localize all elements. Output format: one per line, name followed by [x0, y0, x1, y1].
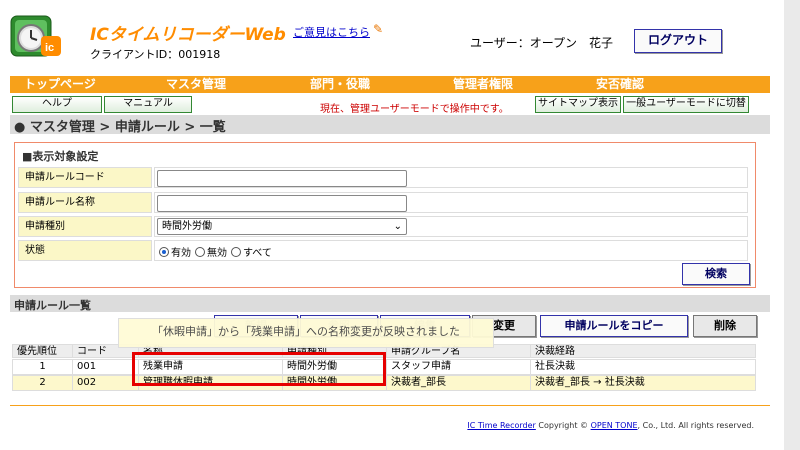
cell-priority: 2 — [13, 376, 73, 390]
nav-admin[interactable]: 管理者権限 — [453, 76, 513, 93]
rename-tooltip: 「休暇申請」から「残業申請」への名称変更が反映されました — [118, 318, 494, 348]
product-link[interactable]: IC Time Recorder — [467, 421, 535, 430]
col-route: 決裁経路 — [535, 346, 575, 357]
search-panel-title: ■表示対象設定 — [22, 150, 99, 163]
search-panel — [14, 142, 756, 288]
list-title: 申請ルール一覧 — [14, 299, 91, 312]
status-radio-active[interactable] — [159, 246, 169, 257]
row-request-type: 申請種別 時間外労働 ⌄ — [18, 216, 748, 237]
copyright-post: , Co., Ltd. All rights reserved. — [637, 421, 754, 430]
cell-route: 社長決裁 — [535, 361, 575, 372]
cell-route: 決裁者_部長 → 社長決裁 — [535, 377, 645, 388]
row-rule-code: 申請ルールコード — [18, 167, 748, 188]
request-type-label: 申請種別 — [18, 216, 152, 237]
col-priority: 優先順位 — [13, 345, 73, 357]
app-logo-icon: ic — [10, 15, 61, 57]
cell-code: 001 — [73, 360, 139, 374]
feedback-link[interactable]: ご意見はこちら — [293, 24, 370, 40]
sitemap-button[interactable]: サイトマップ表示 — [535, 96, 621, 113]
status-option-all: すべて — [243, 248, 272, 259]
row-rule-name: 申請ルール名称 — [18, 192, 748, 213]
status-option-active: 有効 — [171, 248, 191, 259]
request-type-select[interactable]: 時間外労働 ⌄ — [157, 218, 407, 235]
footer: IC Time Recorder Copyright © OPEN TONE, … — [467, 421, 754, 430]
help-button[interactable]: ヘルプ — [12, 96, 102, 113]
switch-mode-button[interactable]: 一般ユーザーモードに切替 — [623, 96, 749, 113]
manual-button[interactable]: マニュアル — [104, 96, 192, 113]
copy-rule-button[interactable]: 申請ルールをコピー — [540, 315, 688, 337]
rule-code-input[interactable] — [157, 170, 407, 187]
request-type-value: 時間外労働 — [162, 221, 212, 232]
nav-dept[interactable]: 部門・役職 — [310, 76, 370, 93]
svg-text:ic: ic — [45, 42, 54, 54]
nav-safety[interactable]: 安否確認 — [596, 76, 644, 93]
main-nav: トップページ マスタ管理 部門・役職 管理者権限 安否確認 — [10, 76, 770, 93]
row-status: 状態 有効 無効 すべて — [18, 240, 748, 261]
list-bar — [10, 295, 770, 312]
chevron-down-icon: ⌄ — [393, 221, 402, 232]
highlight-box — [132, 352, 386, 386]
status-radio-inactive[interactable] — [195, 246, 205, 257]
rule-name-label: 申請ルール名称 — [18, 192, 152, 213]
copyright-pre: Copyright © — [538, 421, 589, 430]
status-radio-group: 有効 無効 すべて — [159, 244, 276, 259]
nav-top[interactable]: トップページ — [24, 76, 96, 93]
footer-divider — [10, 405, 770, 406]
breadcrumb: ● マスタ管理 > 申請ルール > 一覧 — [14, 120, 226, 135]
status-radio-all[interactable] — [231, 246, 241, 257]
page: ic ICタイムリコーダーWeb クライアントID：001918 ご意見はこちら… — [0, 0, 784, 450]
mode-message: 現在、管理ユーザーモードで操作中です。 — [320, 104, 509, 115]
pencil-icon: ✎ — [373, 22, 384, 36]
rule-code-label: 申請ルールコード — [18, 167, 152, 188]
search-button[interactable]: 検索 — [682, 263, 750, 285]
user-name: ユーザー：オープン 花子 — [470, 36, 614, 50]
cell-group: スタッフ申請 — [387, 360, 531, 374]
rule-name-input[interactable] — [157, 195, 407, 212]
status-label: 状態 — [18, 240, 152, 261]
cell-code: 002 — [73, 376, 139, 390]
delete-button[interactable]: 削除 — [693, 315, 757, 337]
app-brand: ICタイムリコーダーWeb — [90, 25, 286, 45]
nav-master[interactable]: マスタ管理 — [166, 76, 226, 93]
status-option-inactive: 無効 — [207, 248, 227, 259]
logout-button[interactable]: ログアウト — [634, 29, 722, 53]
cell-group: 決裁者_部長 — [387, 376, 531, 390]
company-link[interactable]: OPEN TONE — [591, 421, 638, 430]
vertical-scrollbar[interactable] — [784, 0, 800, 450]
client-id: クライアントID：001918 — [90, 48, 221, 61]
cell-priority: 1 — [13, 360, 73, 374]
